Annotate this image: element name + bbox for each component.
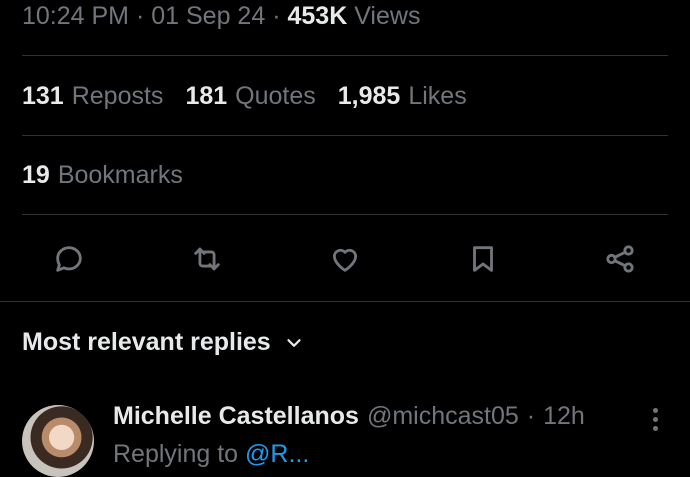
likes-label: Likes xyxy=(408,82,467,110)
chevron-down-icon xyxy=(287,338,301,347)
avatar[interactable] xyxy=(22,405,94,477)
bookmark-icon xyxy=(473,246,493,272)
share-button[interactable] xyxy=(597,236,643,282)
reply-author-name[interactable]: Michelle Castellanos xyxy=(113,402,359,431)
replying-to: Replying to @R... xyxy=(113,440,309,469)
separator-dot: · xyxy=(526,402,536,430)
reply-button[interactable] xyxy=(46,236,92,282)
tweet-timestamp: 10:24 PM · 01 Sep 24 · 453K Views xyxy=(22,2,420,31)
reply-header: Michelle Castellanos @michcast05 · 12h xyxy=(113,402,585,431)
reposts-label: Reposts xyxy=(71,82,164,110)
replying-to-prefix: Replying to xyxy=(113,440,239,468)
reposts-count: 131 xyxy=(22,82,64,110)
bookmarks-count: 19 xyxy=(22,161,50,189)
replies-sort-dropdown[interactable]: Most relevant replies xyxy=(22,328,305,357)
bookmarks-label: Bookmarks xyxy=(57,161,183,189)
bookmarks-stat[interactable]: 19 Bookmarks xyxy=(22,161,183,190)
engagement-stats: 131 Reposts 181 Quotes 1,985 Likes xyxy=(22,82,467,111)
likes-stat[interactable]: 1,985 Likes xyxy=(338,82,467,111)
divider xyxy=(22,55,668,56)
separator-dot: · xyxy=(135,2,145,30)
likes-count: 1,985 xyxy=(337,82,401,110)
repost-icon xyxy=(194,247,220,271)
reply-author-handle[interactable]: @michcast05 xyxy=(367,402,519,431)
repost-button[interactable] xyxy=(184,236,230,282)
quotes-stat[interactable]: 181 Quotes xyxy=(185,82,315,111)
more-options-icon[interactable] xyxy=(645,405,665,435)
reply-time[interactable]: 12h xyxy=(543,402,585,431)
tweet-time[interactable]: 10:24 PM xyxy=(22,2,129,30)
divider xyxy=(22,135,668,136)
separator-dot: · xyxy=(272,2,281,30)
quotes-count: 181 xyxy=(185,82,228,110)
views-count[interactable]: 453K xyxy=(287,2,347,30)
divider xyxy=(22,214,668,215)
divider xyxy=(0,301,690,302)
like-button[interactable] xyxy=(322,236,368,282)
views-label[interactable]: Views xyxy=(354,2,420,30)
replies-sort-label: Most relevant replies xyxy=(22,328,271,356)
quotes-label: Quotes xyxy=(235,82,316,110)
like-icon xyxy=(332,248,358,272)
bookmark-button[interactable] xyxy=(460,236,506,282)
reply-icon xyxy=(56,246,82,272)
replying-to-mention[interactable]: @R... xyxy=(245,440,309,468)
tweet-actions xyxy=(0,236,690,282)
reposts-stat[interactable]: 131 Reposts xyxy=(22,82,163,111)
tweet-date[interactable]: 01 Sep 24 xyxy=(151,2,265,30)
share-icon xyxy=(606,245,634,273)
